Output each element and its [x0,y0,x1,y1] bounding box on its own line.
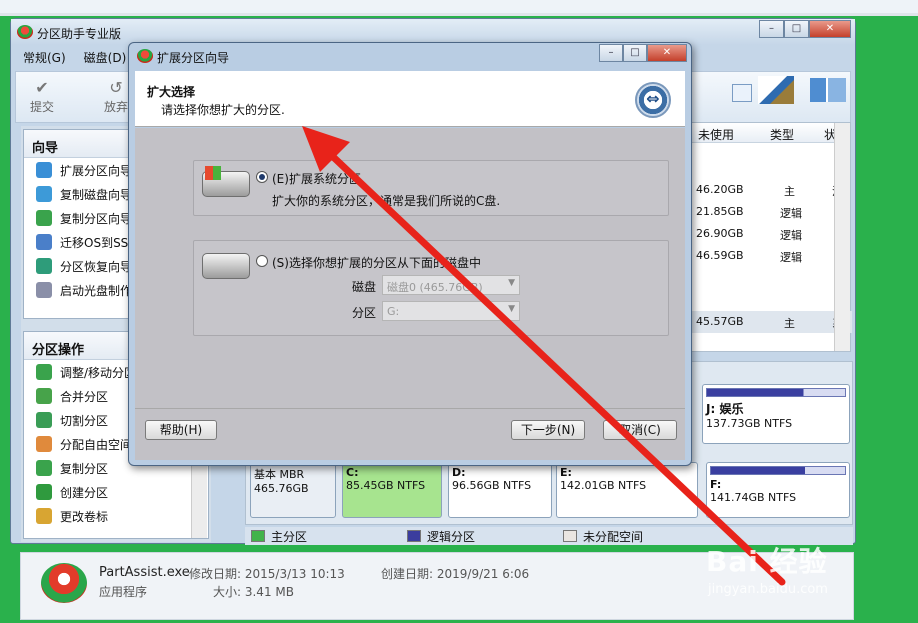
watermark-brand: Bai 经验 [706,545,828,578]
arrow-shaft [324,148,786,586]
watermark-url: jingyan.baidu.com [708,582,828,597]
annotation-arrow [302,126,786,586]
